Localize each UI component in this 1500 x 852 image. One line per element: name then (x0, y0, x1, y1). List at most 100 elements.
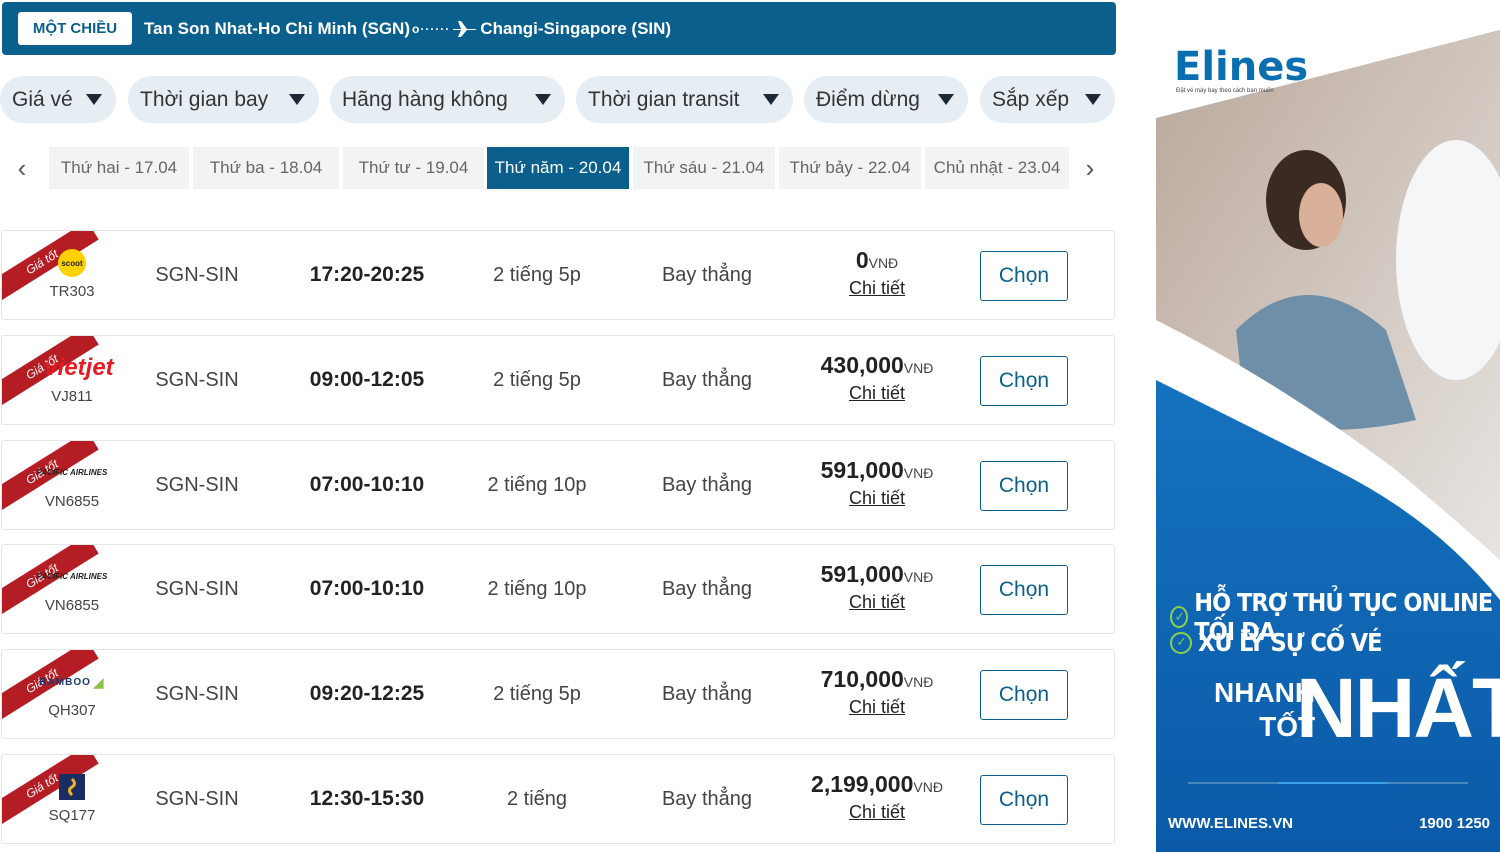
filter-airline[interactable]: Hãng hàng không (330, 76, 565, 123)
ad-tagline: Đặt vé máy bay theo cách bạn muốn (1176, 88, 1274, 94)
price-currency: VNĐ (903, 674, 934, 690)
airline-logo: PACIFIC AIRLINES (32, 563, 112, 591)
route-bar: MỘT CHIỀU Tan Son Nhat-Ho Chi Minh (SGN)… (2, 2, 1116, 55)
price-box: 710,000VNĐ Chi tiết (792, 666, 962, 718)
price-currency: VNĐ (903, 465, 934, 481)
price-amount: 2,199,000 (811, 771, 914, 797)
detail-link[interactable]: Chi tiết (849, 802, 905, 823)
route-code: SGN-SIN (155, 787, 239, 810)
flight-code: VN6855 (44, 597, 100, 614)
check-icon: ✓ (1170, 606, 1189, 628)
flight-duration: 2 tiếng (506, 787, 568, 810)
choose-button[interactable]: Chọn (980, 775, 1068, 825)
flight-code: SQ177 (48, 807, 96, 824)
caret-down-icon (1085, 94, 1101, 105)
filter-transit-time[interactable]: Thời gian transit (576, 76, 793, 123)
airline-logo (32, 773, 112, 801)
price-currency: VNĐ (903, 360, 934, 376)
ad-website: WWW.ELINES.VN (1168, 815, 1293, 832)
route-code: SGN-SIN (155, 368, 239, 391)
date-tab[interactable]: Thứ bảy - 22.04 (779, 147, 921, 189)
airline-logo: PACIFIC AIRLINES (32, 459, 112, 487)
ad-divider (1188, 782, 1468, 784)
vietjet-logo: vietjet (44, 354, 114, 381)
stops-label: Bay thẳng (661, 368, 753, 391)
filter-sort[interactable]: Sắp xếp (980, 76, 1115, 123)
flight-code: VN6855 (44, 493, 100, 510)
price-box: 0VNĐ Chi tiết (792, 247, 962, 299)
flight-time: 09:20-12:25 (309, 682, 425, 705)
price-line: 591,000VNĐ (792, 561, 962, 588)
flight-time: 09:00-12:05 (309, 368, 425, 391)
route-code: SGN-SIN (155, 473, 239, 496)
stops-label: Bay thẳng (661, 787, 753, 810)
price-line: 710,000VNĐ (792, 666, 962, 693)
choose-button[interactable]: Chọn (980, 251, 1068, 301)
filter-flight-time[interactable]: Thời gian bay (128, 76, 319, 123)
caret-down-icon (289, 94, 305, 105)
flight-duration: 2 tiếng 5p (493, 682, 581, 705)
chevron-right-icon[interactable]: › (1070, 147, 1110, 189)
chevron-left-icon[interactable]: ‹ (2, 147, 42, 189)
date-navigator: ‹ Thứ hai - 17.04 Thứ ba - 18.04 Thứ tư … (2, 147, 1114, 189)
filter-label: Sắp xếp (992, 87, 1070, 111)
date-tab[interactable]: Thứ ba - 18.04 (193, 147, 339, 189)
pacific-airlines-logo: PACIFIC AIRLINES (36, 572, 108, 581)
flight-duration: 2 tiếng 10p (487, 473, 587, 496)
filter-stops[interactable]: Điểm dừng (804, 76, 968, 123)
price-amount: 591,000 (820, 457, 904, 483)
flight-time: 17:20-20:25 (309, 263, 425, 286)
flight-row: Giá tốt PACIFIC AIRLINES VN6855 SGN-SIN 07:0… (1, 544, 1115, 634)
flight-row: Giá tốt vietjet VJ811 SGN-SIN 09:00-12:05 2 t… (1, 335, 1115, 425)
date-tab[interactable]: Thứ tư - 19.04 (343, 147, 484, 189)
detail-link[interactable]: Chi tiết (849, 697, 905, 718)
filter-label: Điểm dừng (816, 87, 920, 111)
price-line: 591,000VNĐ (792, 457, 962, 484)
choose-button[interactable]: Chọn (980, 461, 1068, 511)
detail-link[interactable]: Chi tiết (849, 488, 905, 509)
destination-label: Changi-Singapore (SIN) (480, 18, 672, 38)
trip-type-badge[interactable]: MỘT CHIỀU (18, 12, 132, 45)
price-amount: 0 (855, 247, 869, 273)
pacific-airlines-logo: PACIFIC AIRLINES (36, 468, 108, 477)
date-tab[interactable]: Thứ hai - 17.04 (49, 147, 189, 189)
flight-duration: 2 tiếng 5p (493, 368, 581, 391)
date-tab-active[interactable]: Thứ năm - 20.04 (487, 147, 629, 189)
date-tab[interactable]: Chủ nhật - 23.04 (925, 147, 1069, 189)
price-line: 0VNĐ (792, 247, 962, 274)
filter-label: Hãng hàng không (342, 87, 508, 111)
stops-label: Bay thẳng (661, 473, 753, 496)
price-line: 2,199,000VNĐ (792, 771, 962, 798)
airline-logo: vietjet (32, 354, 114, 382)
ad-brand-logo: Elines (1174, 44, 1309, 90)
choose-button[interactable]: Chọn (980, 670, 1068, 720)
flight-duration: 2 tiếng 5p (493, 263, 581, 286)
flight-time: 12:30-15:30 (309, 787, 425, 810)
price-box: 430,000VNĐ Chi tiết (792, 352, 962, 404)
price-line: 430,000VNĐ (792, 352, 962, 379)
flight-row: Giá tốt PACIFIC AIRLINES VN6855 SGN-SIN 07:0… (1, 440, 1115, 530)
choose-button[interactable]: Chọn (980, 356, 1068, 406)
detail-link[interactable]: Chi tiết (849, 278, 905, 299)
ad-big-text: NHẤT (1296, 661, 1500, 755)
ad-banner[interactable]: Elines Đặt vé máy bay theo cách bạn muốn… (1156, 0, 1500, 852)
detail-link[interactable]: Chi tiết (849, 383, 905, 404)
filter-label: Giá vé (12, 87, 73, 111)
airline-logo: scoot (32, 249, 112, 277)
flight-row: Giá tốt SQ177 SGN-SIN 12:30-15:30 2 tiếng Bay… (1, 754, 1115, 844)
flight-code: TR303 (49, 283, 95, 300)
date-tab[interactable]: Thứ sáu - 21.04 (633, 147, 775, 189)
flight-duration: 2 tiếng 10p (487, 577, 587, 600)
bamboo-airways-logo: BAMBOO ◢ (39, 673, 105, 690)
detail-link[interactable]: Chi tiết (849, 592, 905, 613)
route-code: SGN-SIN (155, 577, 239, 600)
flight-time: 07:00-10:10 (309, 473, 425, 496)
choose-button[interactable]: Chọn (980, 565, 1068, 615)
stops-label: Bay thẳng (661, 577, 753, 600)
stops-label: Bay thẳng (661, 263, 753, 286)
origin-label: Tan Son Nhat-Ho Chi Minh (SGN) (144, 18, 410, 38)
flight-row: Giá tốt scoot TR303 SGN-SIN 17:20-20:25 2 tiế… (1, 230, 1115, 320)
filter-price[interactable]: Giá vé (0, 76, 116, 123)
price-currency: VNĐ (903, 569, 934, 585)
ad-benefit-text: XỬ LÝ SỰ CỐ VÉ (1198, 628, 1383, 657)
